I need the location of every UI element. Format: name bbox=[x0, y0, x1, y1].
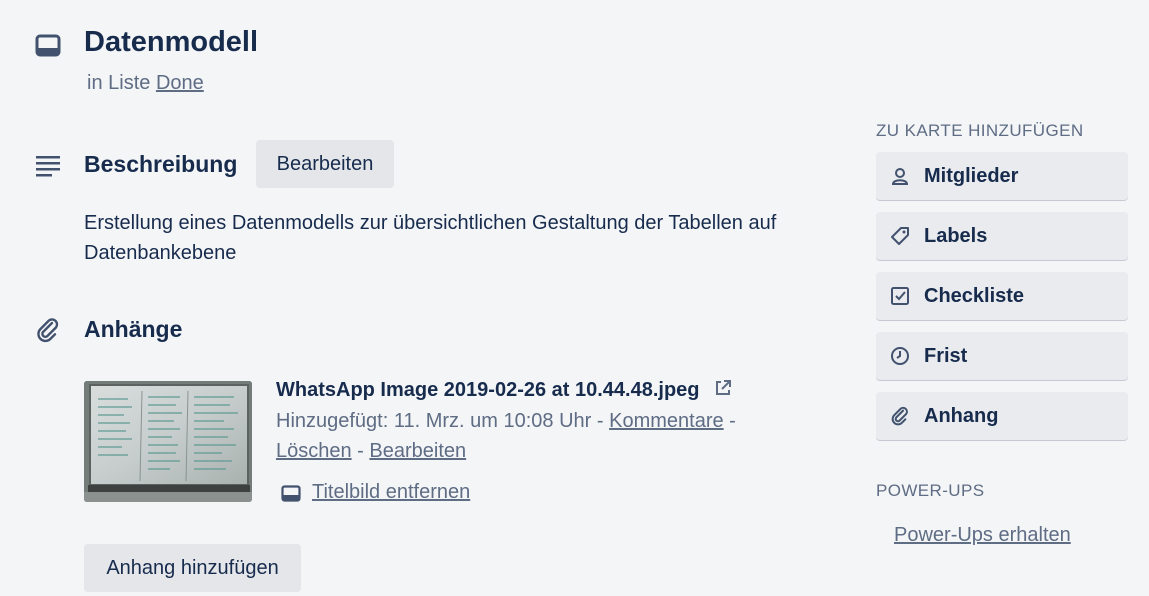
get-powerups-link[interactable]: Power-Ups erhalten bbox=[894, 524, 1071, 547]
attachments-heading: Anhänge bbox=[84, 316, 183, 342]
paperclip-icon bbox=[876, 406, 924, 426]
person-icon bbox=[876, 166, 924, 186]
delete-attachment-link[interactable]: Löschen bbox=[276, 440, 352, 462]
card-icon bbox=[34, 32, 62, 60]
add-to-card-heading: ZU KARTE HINZUFÜGEN bbox=[876, 121, 1084, 140]
edit-attachment-link[interactable]: Bearbeiten bbox=[369, 440, 466, 462]
checklist-label: Checkliste bbox=[924, 284, 1025, 307]
tag-icon bbox=[876, 226, 924, 246]
checklist-button[interactable]: Checkliste bbox=[876, 272, 1128, 320]
members-button[interactable]: Mitglieder bbox=[876, 152, 1128, 200]
clock-icon bbox=[876, 346, 924, 366]
labels-button[interactable]: Labels bbox=[876, 212, 1128, 260]
due-date-button[interactable]: Frist bbox=[876, 332, 1128, 380]
list-prefix: in Liste bbox=[87, 72, 151, 94]
external-link-icon[interactable] bbox=[713, 378, 733, 404]
remove-cover-link[interactable]: Titelbild entfernen bbox=[312, 481, 470, 504]
separator: - bbox=[351, 440, 370, 462]
labels-label: Labels bbox=[924, 224, 988, 247]
attachment-thumbnail[interactable] bbox=[84, 381, 252, 502]
list-breadcrumb: in Liste Done bbox=[87, 72, 204, 95]
cover-icon bbox=[277, 480, 305, 508]
attachment-button[interactable]: Anhang bbox=[876, 392, 1128, 440]
separator: - bbox=[591, 410, 610, 432]
due-date-label: Frist bbox=[924, 344, 968, 367]
attachment-filename-text[interactable]: WhatsApp Image 2019-02-26 at 10.44.48.jp… bbox=[276, 379, 700, 401]
card-title[interactable]: Datenmodell bbox=[84, 26, 258, 59]
attachment-meta: Hinzugefügt: 11. Mrz. um 10:08 Uhr - Kom… bbox=[276, 406, 796, 466]
checklist-icon bbox=[876, 286, 924, 306]
members-label: Mitglieder bbox=[924, 164, 1019, 187]
description-icon bbox=[34, 151, 62, 179]
edit-description-button[interactable]: Bearbeiten bbox=[256, 140, 394, 188]
list-link[interactable]: Done bbox=[156, 72, 204, 94]
comments-link[interactable]: Kommentare bbox=[609, 410, 724, 432]
separator: - bbox=[723, 410, 736, 432]
attachment-added-text: Hinzugefügt: 11. Mrz. um 10:08 Uhr bbox=[276, 410, 592, 432]
description-heading: Beschreibung bbox=[84, 151, 238, 177]
description-text[interactable]: Erstellung eines Datenmodells zur übersi… bbox=[84, 208, 844, 268]
add-attachment-button[interactable]: Anhang hinzufügen bbox=[84, 544, 301, 592]
powerups-heading: POWER-UPS bbox=[876, 481, 985, 500]
paperclip-icon bbox=[34, 316, 62, 344]
attachment-label: Anhang bbox=[924, 404, 999, 427]
attachment-filename[interactable]: WhatsApp Image 2019-02-26 at 10.44.48.jp… bbox=[276, 378, 733, 404]
